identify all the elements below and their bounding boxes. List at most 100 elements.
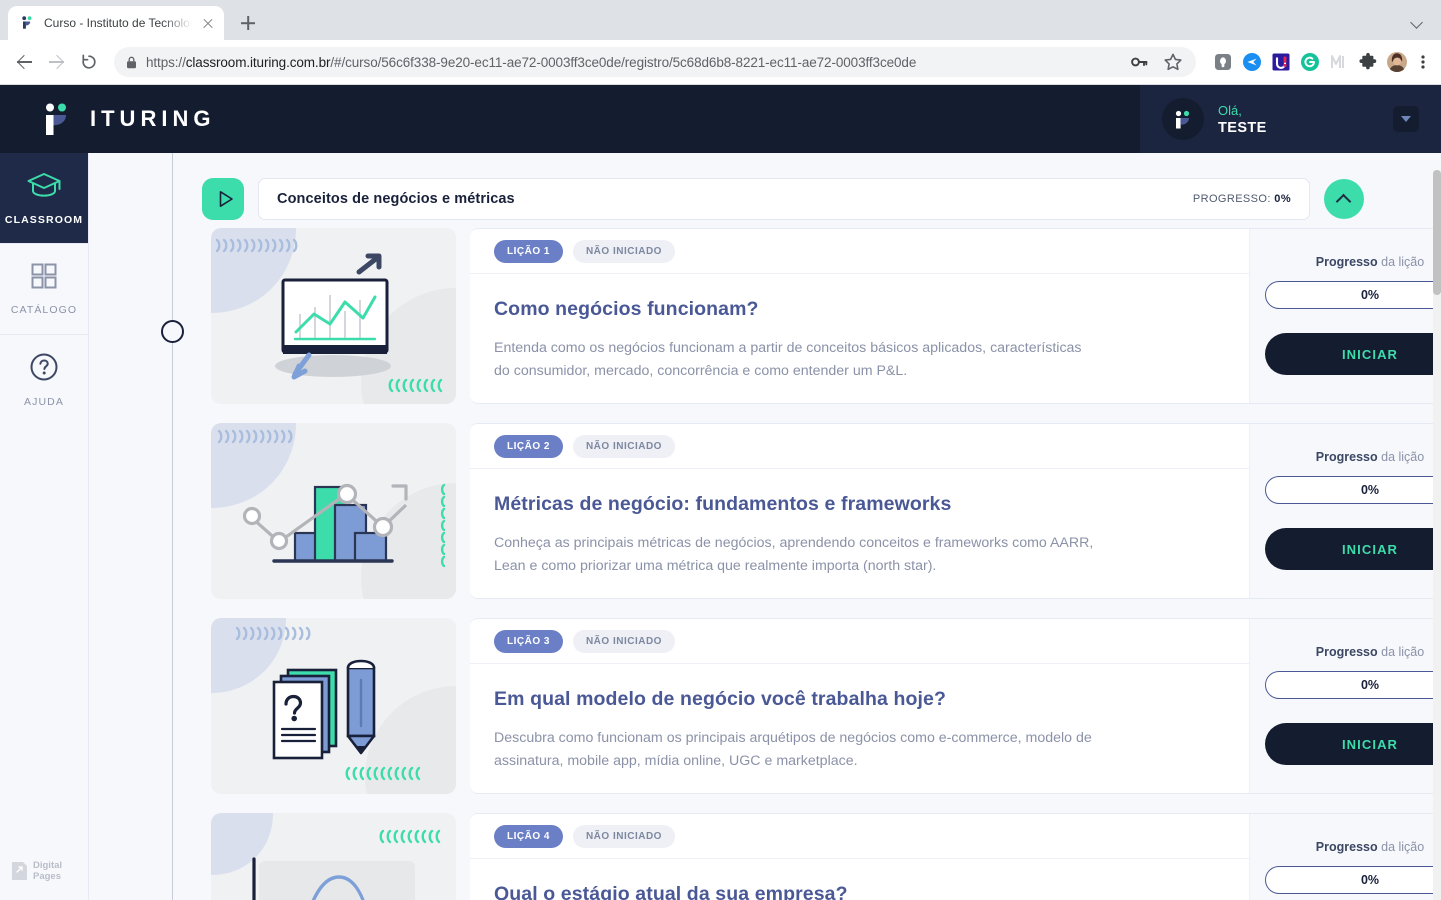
- lesson-card: LIÇÃO 4 NÃO INICIADO Qual o estágio atua…: [470, 813, 1441, 900]
- course-title: Conceitos de negócios e métricas: [277, 191, 515, 207]
- user-menu-dropdown-button[interactable]: [1393, 106, 1419, 132]
- course-play-button[interactable]: [202, 178, 244, 220]
- lesson-card-body: Qual o estágio atual da sua empresa?: [470, 859, 1249, 900]
- lesson-card: LIÇÃO 3 NÃO INICIADO Em qual modelo de n…: [470, 618, 1441, 794]
- forward-button[interactable]: [42, 47, 72, 77]
- arrow-left-tail: [17, 61, 32, 63]
- graduation-cap-icon: [24, 170, 64, 205]
- lesson-row: LIÇÃO 2 NÃO INICIADO Métricas de negócio…: [211, 423, 1441, 599]
- lesson-row: LIÇÃO 3 NÃO INICIADO Em qual modelo de n…: [211, 618, 1441, 794]
- url-text: https://classroom.ituring.com.br/#/curso…: [146, 54, 917, 70]
- timeline-marker: [161, 320, 184, 343]
- page-scrollbar[interactable]: [1433, 170, 1441, 900]
- profile-avatar[interactable]: [1386, 51, 1408, 73]
- scrollbar-thumb[interactable]: [1433, 170, 1441, 295]
- play-icon: [219, 191, 233, 207]
- lesson-card-body: Em qual modelo de negócio você trabalha …: [470, 664, 1249, 773]
- sidebar-item-catalogo[interactable]: CATÁLOGO: [0, 244, 88, 334]
- browser-tab[interactable]: Curso - Instituto de Tecnologia: [8, 6, 224, 40]
- close-icon[interactable]: [200, 15, 216, 31]
- lesson-card-main: LIÇÃO 1 NÃO INICIADO Como negócios funci…: [470, 229, 1249, 403]
- lesson-badges: LIÇÃO 3 NÃO INICIADO: [470, 619, 1249, 664]
- chevron-up-icon: [1335, 193, 1351, 210]
- application-viewport: ITURING Olá, TESTE CLASSROOM CATÁLOGO AJ…: [0, 85, 1441, 900]
- lesson-progress-label: Progresso da lição: [1315, 450, 1425, 464]
- lesson-description: Descubra como funcionam os principais ar…: [494, 730, 1092, 769]
- lesson-card-main: LIÇÃO 4 NÃO INICIADO Qual o estágio atua…: [470, 814, 1249, 900]
- lesson-row: LIÇÃO 4 NÃO INICIADO Qual o estágio atua…: [211, 813, 1441, 900]
- u-extension-icon[interactable]: [1270, 51, 1292, 73]
- tab-strip: Curso - Instituto de Tecnologia: [0, 0, 1441, 40]
- puzzle-extensions-icon[interactable]: [1357, 51, 1379, 73]
- watermark-label: Digital Pages: [33, 860, 63, 882]
- browser-toolbar: https://classroom.ituring.com.br/#/curso…: [0, 40, 1441, 85]
- timeline-line: [172, 153, 173, 900]
- lesson-number-badge: LIÇÃO 3: [494, 629, 563, 653]
- lesson-progress-panel: Progresso da lição 0% INICIAR: [1249, 619, 1441, 793]
- user-menu[interactable]: Olá, TESTE: [1140, 85, 1441, 153]
- lesson-thumbnail[interactable]: [211, 618, 456, 794]
- lesson-badges: LIÇÃO 2 NÃO INICIADO: [470, 424, 1249, 469]
- lesson-card-main: LIÇÃO 2 NÃO INICIADO Métricas de negócio…: [470, 424, 1249, 598]
- pocket-icon[interactable]: [1212, 51, 1234, 73]
- address-bar[interactable]: https://classroom.ituring.com.br/#/curso…: [114, 47, 1196, 77]
- lesson-card: LIÇÃO 2 NÃO INICIADO Métricas de negócio…: [470, 423, 1441, 599]
- lesson-thumbnail[interactable]: [211, 813, 456, 900]
- lesson-progress-label: Progresso da lição: [1315, 840, 1425, 854]
- start-lesson-button[interactable]: INICIAR: [1265, 723, 1441, 765]
- lesson-row: LIÇÃO 1 NÃO INICIADO Como negócios funci…: [211, 228, 1441, 404]
- lesson-status-badge: NÃO INICIADO: [572, 629, 675, 653]
- lesson-title: Qual o estágio atual da sua empresa?: [494, 883, 848, 900]
- start-lesson-label: INICIAR: [1341, 736, 1399, 752]
- lesson-card-body: Como negócios funcionam? Entenda como os…: [470, 274, 1249, 383]
- lesson-card-main: LIÇÃO 3 NÃO INICIADO Em qual modelo de n…: [470, 619, 1249, 793]
- new-tab-button[interactable]: [234, 9, 262, 37]
- sidebar-item-label: AJUDA: [24, 396, 64, 408]
- lesson-description: Entenda como os negócios funcionam a par…: [494, 340, 1082, 379]
- collapse-course-button[interactable]: [1324, 179, 1364, 219]
- brand-logo[interactable]: ITURING: [0, 102, 215, 136]
- bookmark-star-icon[interactable]: [1162, 51, 1184, 73]
- kebab-menu-icon[interactable]: [1415, 51, 1431, 73]
- start-lesson-button[interactable]: INICIAR: [1265, 333, 1441, 375]
- password-key-icon[interactable]: [1128, 51, 1150, 73]
- send-icon[interactable]: [1241, 51, 1263, 73]
- back-button[interactable]: [10, 47, 40, 77]
- start-lesson-label: INICIAR: [1341, 541, 1399, 557]
- reload-icon: [82, 54, 96, 69]
- lesson-card-body: Métricas de negócio: fundamentos e frame…: [470, 469, 1249, 578]
- sidebar-item-ajuda[interactable]: AJUDA: [0, 335, 88, 425]
- lesson-progress-panel: Progresso da lição 0% INICIAR: [1249, 814, 1441, 900]
- lesson-progress-panel: Progresso da lição 0% INICIAR: [1249, 229, 1441, 403]
- lesson-badges: LIÇÃO 4 NÃO INICIADO: [470, 814, 1249, 859]
- start-lesson-button[interactable]: INICIAR: [1265, 528, 1441, 570]
- reload-button[interactable]: [74, 47, 104, 77]
- app-header: ITURING Olá, TESTE: [0, 85, 1441, 153]
- lesson-number-badge: LIÇÃO 1: [494, 239, 563, 263]
- grammarly-icon[interactable]: [1299, 51, 1321, 73]
- sidebar-item-label: CATÁLOGO: [10, 304, 78, 316]
- lesson-description: Conheça as principais métricas de negóci…: [494, 535, 1094, 574]
- lesson-list: LIÇÃO 1 NÃO INICIADO Como negócios funci…: [211, 228, 1441, 900]
- course-progress: PROGRESSO: 0%: [1192, 193, 1291, 205]
- lesson-thumbnail[interactable]: [211, 228, 456, 404]
- watermark: Digital Pages: [12, 860, 88, 882]
- ituring-favicon: [20, 15, 36, 31]
- course-content: Conceitos de negócios e métricas PROGRES…: [89, 153, 1441, 900]
- lesson-title: Métricas de negócio: fundamentos e frame…: [494, 493, 952, 515]
- tab-search-button[interactable]: [1405, 8, 1431, 34]
- lesson-progress-value: 0%: [1265, 476, 1441, 504]
- lesson-status-badge: NÃO INICIADO: [572, 239, 675, 263]
- course-title-bar[interactable]: Conceitos de negócios e métricas PROGRES…: [258, 178, 1310, 220]
- lesson-card: LIÇÃO 1 NÃO INICIADO Como negócios funci…: [470, 228, 1441, 404]
- lesson-title: Como negócios funcionam?: [494, 298, 759, 320]
- browser-window: Curso - Instituto de Tecnologia https://…: [0, 0, 1441, 900]
- lesson-progress-value: 0%: [1265, 866, 1441, 894]
- lesson-thumbnail[interactable]: [211, 423, 456, 599]
- grid-icon: [30, 262, 58, 295]
- medium-icon[interactable]: [1328, 51, 1350, 73]
- sidebar-item-classroom[interactable]: CLASSROOM: [0, 153, 88, 243]
- lesson-title: Em qual modelo de negócio você trabalha …: [494, 688, 946, 710]
- lesson-number-badge: LIÇÃO 4: [494, 824, 563, 848]
- lesson-status-badge: NÃO INICIADO: [572, 824, 675, 848]
